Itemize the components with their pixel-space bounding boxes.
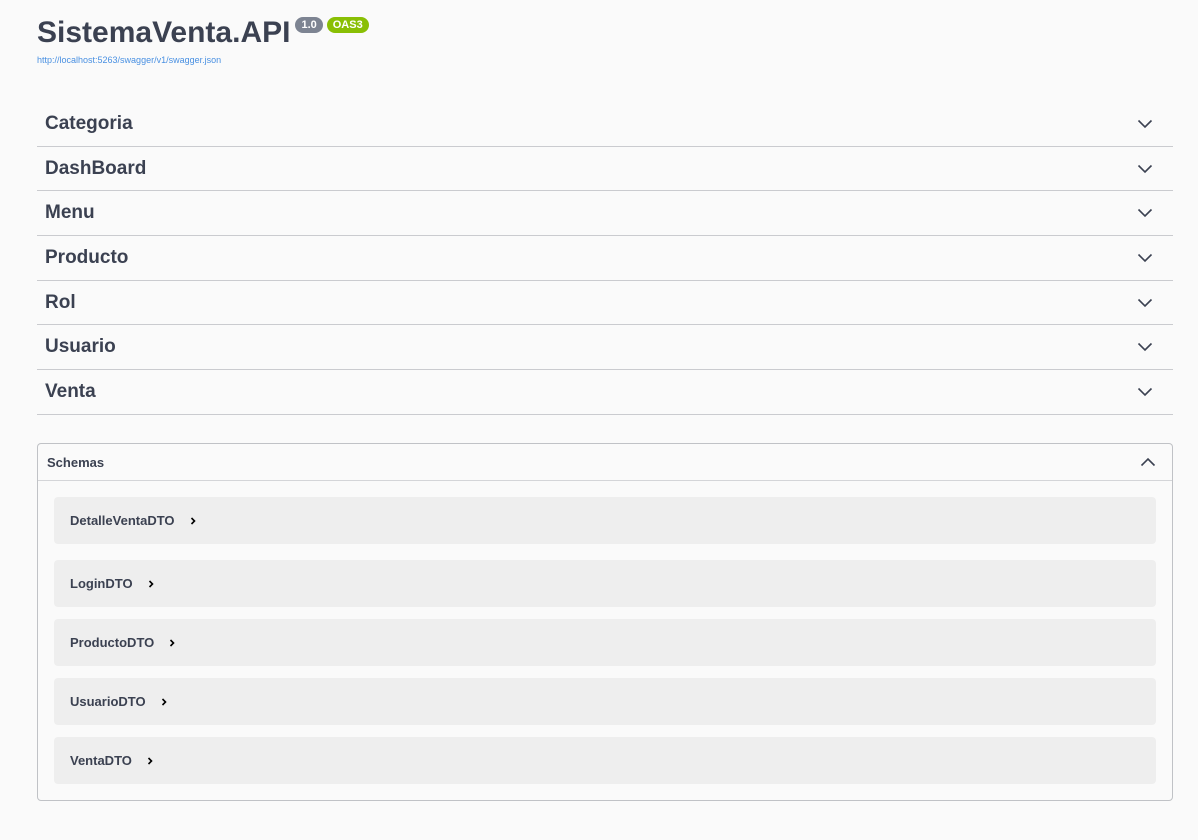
tag-label: DashBoard <box>45 157 147 179</box>
tag-section-categoria[interactable]: Categoria <box>37 102 1173 147</box>
chevron-down-icon <box>1137 164 1153 173</box>
tag-list: Categoria DashBoard Menu Producto Rol Us… <box>37 102 1173 415</box>
tag-label: Venta <box>45 380 96 402</box>
model-name: VentaDTO <box>70 753 132 768</box>
api-title: SistemaVenta.API <box>37 16 291 49</box>
model-name: ProductoDTO <box>70 635 155 650</box>
chevron-right-icon <box>190 516 196 525</box>
chevron-down-icon <box>1137 119 1153 128</box>
schemas-section: Schemas DetalleVentaDTO LoginDTO Product… <box>37 443 1173 801</box>
model-productodto[interactable]: ProductoDTO <box>54 619 1156 666</box>
chevron-down-icon <box>1137 209 1153 218</box>
chevron-right-icon <box>170 638 175 647</box>
version-badge: 1.0 <box>295 17 323 33</box>
tag-section-menu[interactable]: Menu <box>37 191 1173 237</box>
tag-section-rol[interactable]: Rol <box>37 281 1173 326</box>
chevron-down-icon <box>1137 343 1153 352</box>
tag-section-venta[interactable]: Venta <box>37 370 1173 415</box>
tag-label: Rol <box>45 291 76 313</box>
swagger-ui: SistemaVenta.API 1.0 OAS3 http://localho… <box>37 0 1173 801</box>
oas-badge: OAS3 <box>326 17 369 33</box>
tag-label: Menu <box>45 202 95 224</box>
chevron-right-icon <box>161 697 167 706</box>
tag-section-dashboard[interactable]: DashBoard <box>37 147 1173 192</box>
tag-label: Usuario <box>45 336 116 358</box>
schemas-title: Schemas <box>47 454 105 470</box>
chevron-right-icon <box>148 579 154 588</box>
chevron-down-icon <box>1137 387 1153 397</box>
model-usuariodto[interactable]: UsuarioDTO <box>54 678 1156 725</box>
model-name: DetalleVentaDTO <box>70 513 175 528</box>
chevron-right-icon <box>147 756 153 765</box>
title-row: SistemaVenta.API 1.0 OAS3 <box>37 14 369 52</box>
model-logindto[interactable]: LoginDTO <box>54 560 1156 607</box>
model-name: LoginDTO <box>70 576 133 591</box>
chevron-up-icon <box>1140 457 1156 467</box>
model-name: UsuarioDTO <box>70 694 146 709</box>
schemas-header[interactable]: Schemas <box>38 444 1172 481</box>
spec-url-link[interactable]: http://localhost:5263/swagger/v1/swagger… <box>37 55 221 65</box>
chevron-down-icon <box>1137 298 1153 307</box>
tag-label: Categoria <box>45 112 133 134</box>
model-ventadto[interactable]: VentaDTO <box>54 737 1156 784</box>
chevron-down-icon <box>1137 253 1153 263</box>
api-info: SistemaVenta.API 1.0 OAS3 http://localho… <box>37 0 1173 100</box>
tag-label: Producto <box>45 246 129 268</box>
tag-section-usuario[interactable]: Usuario <box>37 325 1173 371</box>
model-detalleventadto[interactable]: DetalleVentaDTO <box>54 497 1156 544</box>
tag-section-producto[interactable]: Producto <box>37 236 1173 281</box>
